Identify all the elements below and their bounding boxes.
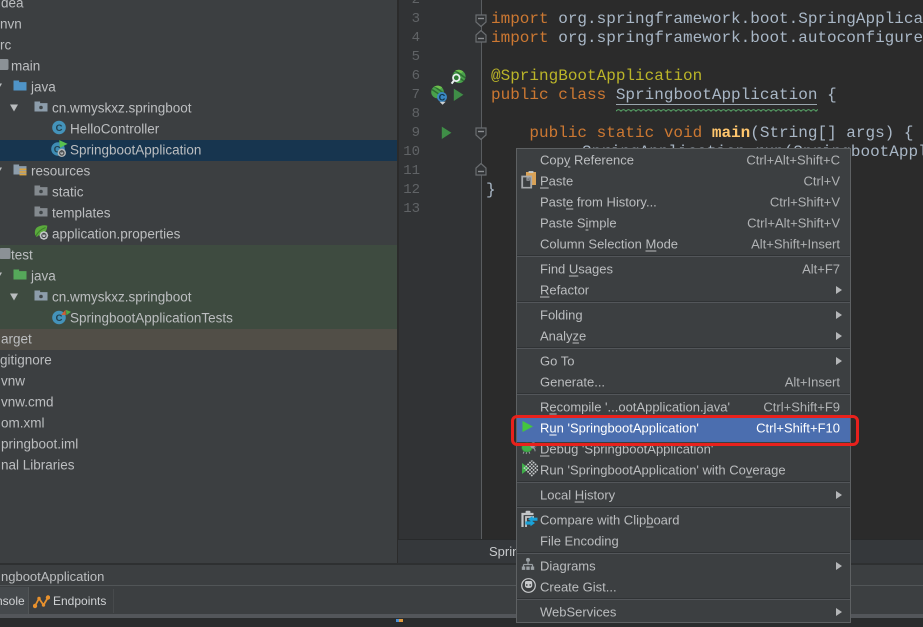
svg-text:C: C xyxy=(56,123,63,134)
svg-text:C: C xyxy=(439,92,446,102)
